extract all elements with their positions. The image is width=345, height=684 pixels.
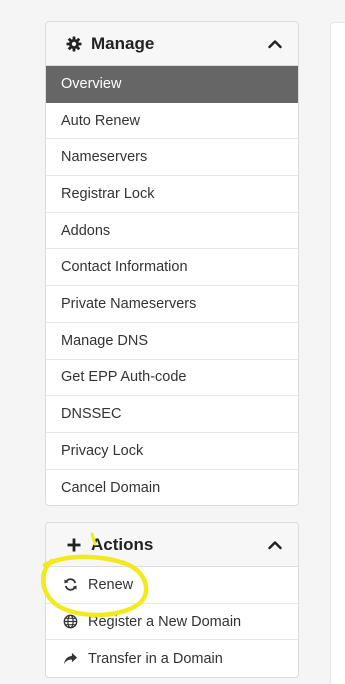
menu-item-addons[interactable]: Addons <box>46 213 298 250</box>
action-renew-label: Renew <box>88 576 134 593</box>
menu-item-overview[interactable]: Overview <box>46 66 298 103</box>
action-renew[interactable]: Renew <box>46 567 298 604</box>
manage-panel: Manage Overview Auto Renew Nameservers R… <box>45 21 299 506</box>
page: Manage Overview Auto Renew Nameservers R… <box>0 0 345 684</box>
manage-panel-header[interactable]: Manage <box>46 22 298 66</box>
actions-menu: Renew Register a New Domain Transfer in … <box>46 567 298 677</box>
action-transfer-domain[interactable]: Transfer in a Domain <box>46 640 298 677</box>
manage-panel-title: Manage <box>91 33 155 53</box>
refresh-icon <box>62 577 78 593</box>
menu-item-dnssec[interactable]: DNSSEC <box>46 396 298 433</box>
actions-panel-title: Actions <box>91 534 154 554</box>
chevron-up-icon[interactable] <box>266 35 284 53</box>
share-arrow-icon <box>62 651 78 667</box>
menu-item-privacy-lock[interactable]: Privacy Lock <box>46 433 298 470</box>
chevron-up-icon[interactable] <box>266 536 284 554</box>
manage-menu: Overview Auto Renew Nameservers Registra… <box>46 66 298 506</box>
action-transfer-domain-label: Transfer in a Domain <box>88 650 223 667</box>
menu-item-manage-dns[interactable]: Manage DNS <box>46 323 298 360</box>
menu-item-registrar-lock[interactable]: Registrar Lock <box>46 176 298 213</box>
plus-icon <box>66 537 82 553</box>
menu-item-nameservers[interactable]: Nameservers <box>46 139 298 177</box>
actions-panel: Actions Renew Register a New Domain Tran… <box>45 522 299 678</box>
main-content-panel <box>330 22 345 684</box>
actions-panel-header[interactable]: Actions <box>46 523 298 567</box>
menu-item-private-nameservers[interactable]: Private Nameservers <box>46 286 298 323</box>
gear-icon <box>66 36 82 52</box>
globe-icon <box>62 614 78 630</box>
menu-item-auto-renew[interactable]: Auto Renew <box>46 103 298 140</box>
menu-item-get-epp-auth-code[interactable]: Get EPP Auth-code <box>46 360 298 397</box>
action-register-new-domain[interactable]: Register a New Domain <box>46 604 298 641</box>
menu-item-cancel-domain[interactable]: Cancel Domain <box>46 470 298 507</box>
action-register-new-domain-label: Register a New Domain <box>88 613 242 630</box>
menu-item-contact-information[interactable]: Contact Information <box>46 249 298 287</box>
